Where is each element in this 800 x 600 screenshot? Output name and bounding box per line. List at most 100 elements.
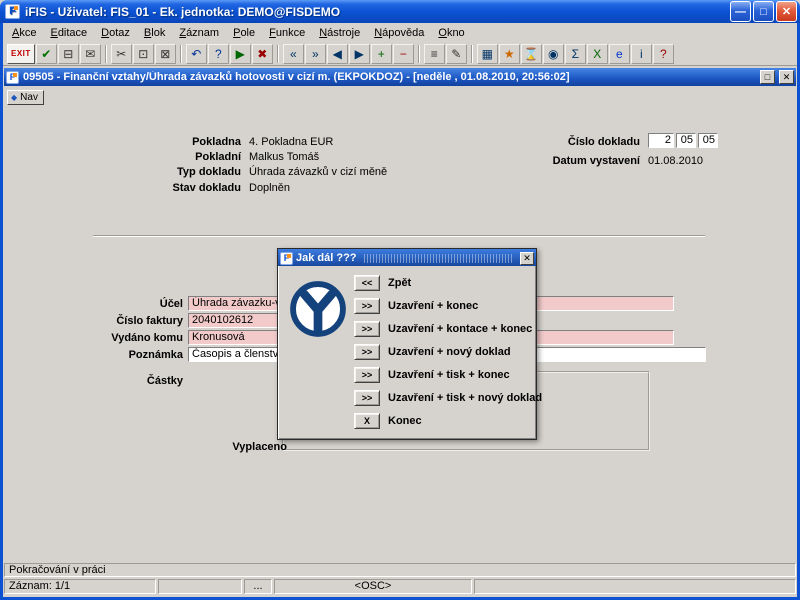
paste-icon[interactable]: ⊠ [154,43,176,64]
globe-icon[interactable]: ◉ [542,43,564,64]
window-title: iFIS - Uživatel: FIS_01 - Ek. jednotka: … [25,4,341,19]
cut-icon[interactable]: ✂ [110,43,132,64]
cislo-dokladu-label: Číslo dokladu [567,136,640,148]
next-block-icon[interactable]: » [304,43,326,64]
toolbar-separator [276,44,279,63]
mdi-close-button[interactable]: ✕ [779,70,794,84]
menu-item-napoveda[interactable]: Nápověda [367,25,431,41]
execute-query-icon[interactable]: ▶ [229,43,251,64]
menu-item-funkce[interactable]: Funkce [262,25,312,41]
dialog-button-uzavreni-kontace-konec[interactable]: >> [354,321,380,337]
mdi-restore-button[interactable]: □ [760,70,775,84]
toolbar: EXIT ✔ ⊟ ✉ ✂ ⊡ ⊠ ↶? ▶ ✖ «» ◀ ▶ + − ≡ ✎ ▦ ★ ⌛ ◉ Σ Xe i? [3,42,797,66]
cislo-faktury-field[interactable]: 2040102612 [188,313,278,328]
toolbar-separator [470,44,473,63]
dialog-button-zpet[interactable]: << [354,275,380,291]
menu-item-dotaz[interactable]: Dotaz [94,25,137,41]
help-icon[interactable]: ? [652,43,674,64]
ucel-label: Účel [159,298,183,310]
window-titlebar: F iFIS - Uživatel: FIS_01 - Ek. jednotka… [0,0,800,23]
menu-item-nastroje[interactable]: Nástroje [312,25,367,41]
print-icon[interactable]: ⊟ [57,43,79,64]
stav-dokladu-label: Stav dokladu [172,182,241,194]
dialog-button-label: Uzavření + nový doklad [388,346,511,358]
favorites-icon[interactable]: ★ [498,43,520,64]
commit-icon[interactable]: ✔ [35,43,57,64]
dialog-button-label: Uzavření + tisk + nový doklad [388,392,543,404]
maximize-button[interactable]: □ [753,1,774,22]
pokladna-value: 4. Pokladna EUR [249,136,334,148]
sum-icon[interactable]: Σ [564,43,586,64]
window-border-left [0,23,3,600]
cancel-query-icon[interactable]: ✖ [251,43,273,64]
dialog-button-label: Uzavření + tisk + konec [388,369,510,381]
exit-button[interactable]: EXIT [7,43,35,64]
dialog-row-uzavreni-kontace-konec: >> Uzavření + kontace + konec [354,321,542,337]
datum-vystaveni-value: 01.08.2010 [648,155,704,167]
cislo-dokladu-field-3[interactable]: 05 [698,133,718,148]
editor-icon[interactable]: e [608,43,630,64]
ifis-logo-icon: F [6,70,19,84]
dialog-close-button[interactable]: ✕ [520,251,534,265]
dialog-row-uzavreni-konec: >> Uzavření + konec [354,298,542,314]
ifis-logo-icon: F [280,251,293,265]
status-osc: <OSC> [274,579,472,594]
form-area: ◆ Nav Pokladna 4. Pokladna EUR Pokladní … [3,86,797,562]
clock-icon[interactable]: ⌛ [520,43,542,64]
prev-block-icon[interactable]: « [282,43,304,64]
menu-item-zaznam[interactable]: Záznam [172,25,226,41]
toolbar-separator [104,44,107,63]
dialog-row-uzavreni-tisk-konec: >> Uzavření + tisk + konec [354,367,542,383]
list-of-values-icon[interactable]: ≡ [423,43,445,64]
close-button[interactable]: ✕ [776,1,797,22]
dialog-buttons: << Zpět >> Uzavření + konec >> Uzavření + kon… [354,275,542,429]
excel-export-icon[interactable]: X [586,43,608,64]
menu-item-blok[interactable]: Blok [137,25,172,41]
enter-query-icon[interactable]: ? [207,43,229,64]
mail-icon[interactable]: ✉ [79,43,101,64]
prev-record-icon[interactable]: ◀ [326,43,348,64]
minimize-button[interactable]: — [730,1,751,22]
dialog-button-uzavreni-tisk-konec[interactable]: >> [354,367,380,383]
dialog-button-uzavreni-novy-doklad[interactable]: >> [354,344,380,360]
stav-dokladu-value: Doplněn [249,182,290,194]
mdi-titlebar: F 09505 - Finanční vztahy/Úhrada závazků… [4,68,796,86]
application-window: F iFIS - Uživatel: FIS_01 - Ek. jednotka… [0,0,800,600]
dialog-titlebar: F Jak dál ??? ✕ [278,249,536,266]
info-icon[interactable]: i [630,43,652,64]
pokladni-label: Pokladní [195,151,241,163]
menu-item-pole[interactable]: Pole [226,25,262,41]
dialog-button-uzavreni-tisk-novy-doklad[interactable]: >> [354,390,380,406]
next-record-icon[interactable]: ▶ [348,43,370,64]
menu-item-editace[interactable]: Editace [43,25,94,41]
insert-record-icon[interactable]: + [370,43,392,64]
menu-bar: Akce Editace Dotaz Blok Záznam Pole Funkce Nást… [3,23,797,42]
status-cell-empty [474,579,796,594]
fork-road-icon [289,280,347,341]
status-bar: Záznam: 1/1 ... <OSC> [4,579,796,594]
menu-item-okno[interactable]: Okno [431,25,471,41]
cislo-dokladu-field-2[interactable]: 05 [676,133,696,148]
window-list-icon[interactable]: ▦ [476,43,498,64]
nav-icon: ◆ [11,93,18,102]
vydano-komu-label: Vydáno komu [111,332,183,344]
datum-vystaveni-label: Datum vystavení [552,155,640,167]
dialog-button-label: Uzavření + kontace + konec [388,323,533,335]
dialog-button-label: Uzavření + konec [388,300,479,312]
dialog-row-konec: X Konec [354,413,542,429]
pokladna-label: Pokladna [192,136,241,148]
copy-icon[interactable]: ⊡ [132,43,154,64]
status-dots: ... [244,579,272,594]
nav-button[interactable]: ◆ Nav [7,90,44,105]
dialog-button-uzavreni-konec[interactable]: >> [354,298,380,314]
toolbar-separator [417,44,420,63]
menu-item-akce[interactable]: Akce [5,25,43,41]
status-message-bar: Pokračování v práci [4,563,796,577]
edit-icon[interactable]: ✎ [445,43,467,64]
ifis-logo-icon: F [5,4,20,19]
dialog-button-konec[interactable]: X [354,413,380,429]
delete-record-icon[interactable]: − [392,43,414,64]
toolbar-separator [179,44,182,63]
cislo-dokladu-field-1[interactable]: 2 [648,133,674,148]
undo-icon[interactable]: ↶ [185,43,207,64]
